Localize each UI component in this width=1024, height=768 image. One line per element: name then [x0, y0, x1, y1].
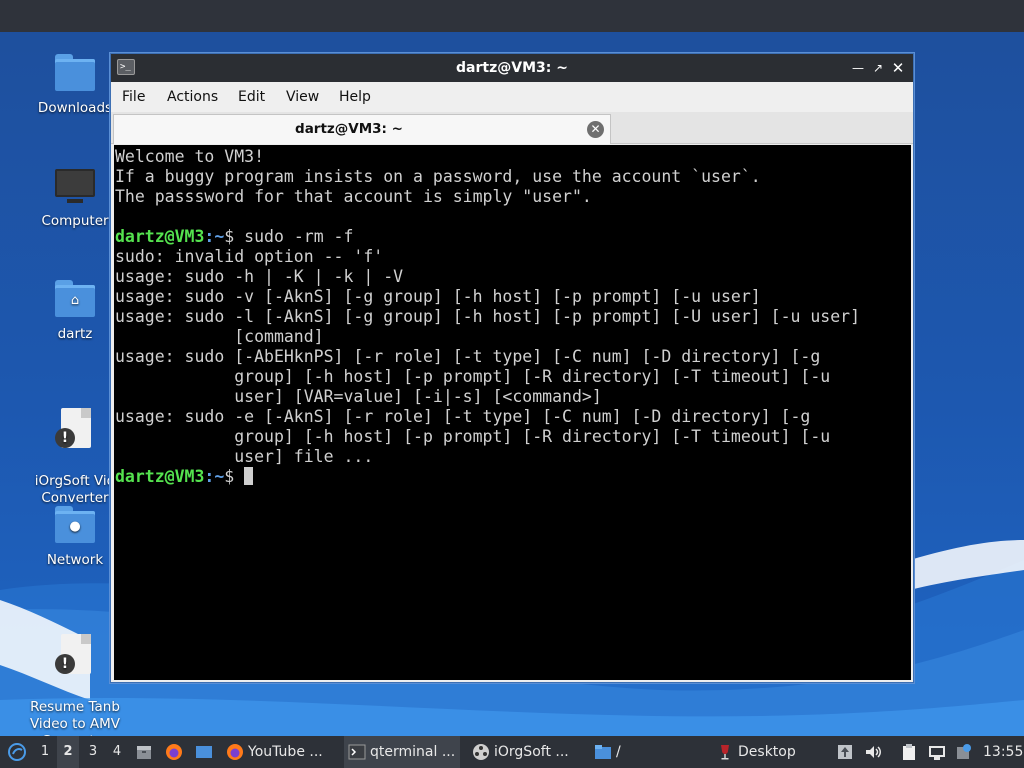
output-line: usage: sudo -h | -K | -k | -V: [115, 267, 404, 286]
start-menu-button[interactable]: [4, 736, 30, 768]
prompt-path: :~: [204, 467, 225, 486]
output-line: group] [-h host] [-p prompt] [-R directo…: [115, 427, 831, 446]
command-line: dartz@VM3:~$ sudo -rm -f: [115, 227, 911, 247]
tray-volume[interactable]: [862, 736, 884, 768]
clock[interactable]: 13:55: [983, 736, 1023, 768]
output-line: user] [VAR=value] [-i|-s] [<command>]: [115, 387, 602, 406]
terminal-tab[interactable]: dartz@VM3: ~ ✕: [113, 114, 611, 144]
output-line: usage: sudo -e [-AknS] [-r role] [-t typ…: [115, 407, 811, 426]
document-warning-icon: !: [53, 408, 97, 452]
prompt-line[interactable]: dartz@VM3:~$: [115, 467, 911, 487]
terminal-icon: [348, 744, 366, 760]
maximize-button[interactable]: ↗: [869, 59, 887, 77]
prompt-symbol: $: [224, 227, 245, 246]
window-title: dartz@VM3: ~: [456, 60, 568, 76]
menu-help[interactable]: Help: [339, 89, 371, 105]
output-line: [command]: [115, 327, 324, 346]
home-folder-icon: ⌂: [53, 278, 97, 322]
folder-icon: [595, 745, 611, 759]
workspace-3[interactable]: 3: [82, 736, 104, 768]
wine-glass-icon: [721, 745, 729, 760]
close-window-button[interactable]: ✕: [889, 59, 907, 77]
archive-icon: [137, 746, 151, 759]
firefox-icon: [227, 744, 243, 760]
output-line: usage: sudo -l [-AknS] [-g group] [-h ho…: [115, 307, 861, 326]
output-line: usage: sudo -v [-AknS] [-g group] [-h ho…: [115, 287, 761, 306]
prompt-path: :~: [204, 227, 225, 246]
terminal-output[interactable]: Welcome to VM3! If a buggy program insist…: [114, 145, 911, 680]
taskbar: 1 2 3 4 YouTube ... qterminal ... iOrgSo…: [0, 736, 1024, 768]
task-label: iOrgSoft ...: [494, 744, 569, 760]
clipboard-icon: [903, 744, 915, 760]
terminal-window: >_ dartz@VM3: ~ — ↗ ✕ File Actions Edit …: [110, 53, 914, 683]
tray-clipboard[interactable]: [898, 736, 920, 768]
prompt-user: dartz@VM3: [115, 227, 205, 246]
output-line: sudo: invalid option -- 'f': [115, 247, 384, 266]
workspace-2[interactable]: 2: [57, 736, 79, 768]
prompt-user: dartz@VM3: [115, 467, 205, 486]
menu-edit[interactable]: Edit: [238, 89, 265, 105]
prompt-symbol: $: [224, 467, 245, 486]
desktop-label: Desktop: [738, 744, 796, 760]
entered-command: sudo -rm -f: [244, 227, 354, 246]
menu-view[interactable]: View: [286, 89, 319, 105]
tab-title: dartz@VM3: ~: [295, 121, 403, 137]
minimize-button[interactable]: —: [849, 59, 867, 77]
menu-file[interactable]: File: [122, 89, 145, 105]
output-line: usage: sudo [-AbEHknPS] [-r role] [-t ty…: [115, 347, 821, 366]
film-reel-icon: [473, 744, 489, 760]
folder-icon: [53, 52, 97, 96]
task-file-manager[interactable]: /: [590, 736, 670, 768]
close-tab-icon[interactable]: ✕: [587, 121, 604, 138]
text-cursor: [244, 467, 254, 485]
task-youtube[interactable]: YouTube ...: [222, 736, 334, 768]
output-line: group] [-h host] [-p prompt] [-R directo…: [115, 367, 831, 386]
firefox-icon: [166, 744, 182, 760]
document-warning-icon: !: [53, 634, 97, 678]
motd-line: Welcome to VM3!: [115, 147, 265, 166]
task-qterminal[interactable]: qterminal ...: [344, 736, 460, 768]
volume-icon: [866, 746, 881, 758]
desktop-switcher[interactable]: Desktop: [712, 736, 808, 768]
network-folder-icon: ●: [53, 504, 97, 548]
show-desktop-icon: [196, 746, 212, 758]
desktop-icon-label: Resume Tanb Video to AMV Converter: [29, 699, 121, 736]
lubuntu-logo-icon: [8, 743, 26, 761]
motd-line: The passsword for that account is simply…: [115, 187, 592, 206]
launcher-firefox[interactable]: [162, 736, 186, 768]
task-iorgsoft[interactable]: iOrgSoft ...: [468, 736, 582, 768]
menu-actions[interactable]: Actions: [167, 89, 218, 105]
tray-notifications[interactable]: [952, 736, 974, 768]
task-label: YouTube ...: [248, 744, 323, 760]
task-label: /: [616, 744, 621, 760]
workspace-1[interactable]: 1: [34, 736, 56, 768]
computer-icon: [53, 165, 97, 209]
task-label: qterminal ...: [370, 744, 456, 760]
motd-line: If a buggy program insists on a password…: [115, 167, 761, 186]
notification-icon: [957, 744, 971, 759]
tray-network[interactable]: [926, 736, 948, 768]
window-titlebar[interactable]: >_ dartz@VM3: ~ — ↗ ✕: [111, 54, 913, 82]
menu-bar: File Actions Edit View Help: [111, 82, 913, 112]
update-icon: [838, 745, 852, 759]
network-icon: [929, 746, 945, 760]
output-line: user] file ...: [115, 447, 374, 466]
launcher-files[interactable]: [132, 736, 156, 768]
launcher-desktop[interactable]: [192, 736, 216, 768]
desktop: Downloads Computer ⌂ dartz ! iOrgSoft Vi…: [0, 0, 1024, 736]
tray-updates[interactable]: [834, 736, 856, 768]
tab-bar: dartz@VM3: ~ ✕: [111, 112, 913, 144]
workspace-4[interactable]: 4: [106, 736, 128, 768]
